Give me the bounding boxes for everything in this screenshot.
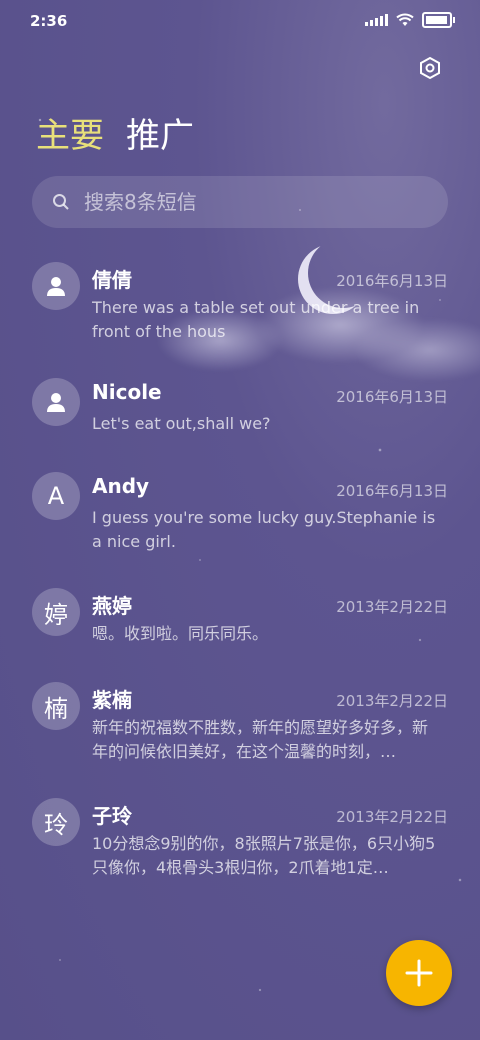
conversation-row[interactable]: 倩倩 2016年6月13日 There was a table set out …: [0, 256, 480, 366]
status-icons: [365, 12, 455, 28]
contact-name: Andy: [92, 474, 150, 498]
conversation-row[interactable]: 婷 燕婷 2013年2月22日 嗯。收到啦。同乐同乐。: [0, 582, 480, 672]
conversation-row[interactable]: 玲 子玲 2013年2月22日 10分想念9别的你，8张照片7张是你，6只小狗5…: [0, 792, 480, 902]
message-date: 2013年2月22日: [336, 692, 448, 710]
tab-primary[interactable]: 主要: [36, 108, 104, 157]
status-time: 2:36: [30, 12, 68, 30]
message-date: 2013年2月22日: [336, 598, 448, 616]
message-snippet: There was a table set out under a tree i…: [92, 298, 420, 341]
contact-name: 倩倩: [92, 268, 132, 292]
contact-name: 燕婷: [92, 594, 132, 618]
person-icon: [47, 277, 65, 296]
battery-icon: [422, 12, 455, 28]
message-snippet: 10分想念9别的你，8张照片7张是你，6只小狗5只像你，4根骨头3根归你，2爪着…: [92, 834, 436, 877]
plus-icon: [405, 959, 433, 987]
avatar: 楠: [32, 682, 80, 730]
wifi-icon: [396, 13, 414, 26]
tab-promotions[interactable]: 推广: [126, 108, 194, 157]
conversation-row[interactable]: A Andy 2016年6月13日 I guess you're some lu…: [0, 466, 480, 576]
contact-name: 紫楠: [92, 688, 132, 712]
conversation-row[interactable]: Nicole 2016年6月13日 Let's eat out,shall we…: [0, 372, 480, 462]
search-icon: [53, 194, 69, 210]
search-input[interactable]: [82, 189, 416, 215]
avatar: [32, 262, 80, 310]
message-date: 2016年6月13日: [336, 482, 448, 500]
settings-icon[interactable]: [418, 56, 442, 80]
tab-bar: 主要 推广: [36, 108, 194, 157]
avatar: 玲: [32, 798, 80, 846]
message-date: 2016年6月13日: [336, 272, 448, 290]
person-icon: [47, 393, 65, 412]
message-snippet: 新年的祝福数不胜数，新年的愿望好多好多，新年的问候依旧美好，在这个温馨的时刻，…: [92, 718, 429, 761]
signal-icon: [365, 14, 388, 26]
status-bar: 2:36: [0, 0, 480, 40]
message-date: 2013年2月22日: [336, 808, 448, 826]
avatar: A: [32, 472, 80, 520]
message-snippet: Let's eat out,shall we?: [92, 414, 271, 433]
message-snippet: 嗯。收到啦。同乐同乐。: [92, 624, 269, 643]
avatar: [32, 378, 80, 426]
compose-button[interactable]: [386, 940, 452, 1006]
search-bar[interactable]: [32, 176, 448, 228]
message-date: 2016年6月13日: [336, 388, 448, 406]
contact-name: 子玲: [92, 804, 132, 828]
contact-name: Nicole: [92, 380, 162, 404]
conversation-row[interactable]: 楠 紫楠 2013年2月22日 新年的祝福数不胜数，新年的愿望好多好多，新年的问…: [0, 676, 480, 786]
avatar: 婷: [32, 588, 80, 636]
message-snippet: I guess you're some lucky guy.Stephanie …: [92, 508, 436, 551]
